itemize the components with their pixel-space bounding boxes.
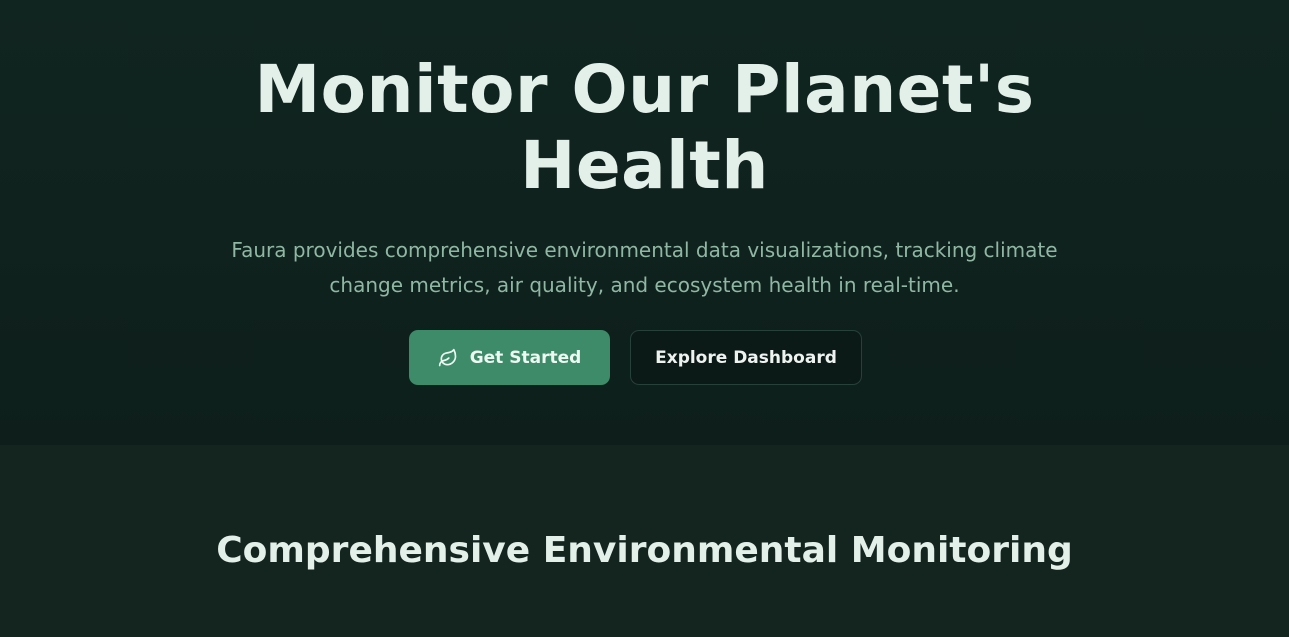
leaf-icon bbox=[438, 348, 458, 368]
explore-dashboard-label: Explore Dashboard bbox=[655, 347, 837, 368]
get-started-label: Get Started bbox=[469, 347, 582, 368]
explore-dashboard-button[interactable]: Explore Dashboard bbox=[630, 330, 862, 385]
hero-title: Monitor Our Planet's Health bbox=[0, 52, 1289, 204]
features-section: Comprehensive Environmental Monitoring bbox=[0, 445, 1289, 637]
get-started-button[interactable]: Get Started bbox=[409, 330, 610, 385]
hero-subtitle: Faura provides comprehensive environment… bbox=[231, 238, 1058, 297]
features-title: Comprehensive Environmental Monitoring bbox=[216, 530, 1073, 571]
hero-title-line-2: Health bbox=[520, 127, 769, 204]
hero-title-line-1: Monitor Our Planet's bbox=[254, 51, 1035, 128]
hero-section: Monitor Our Planet's Health Faura provid… bbox=[0, 0, 1289, 445]
